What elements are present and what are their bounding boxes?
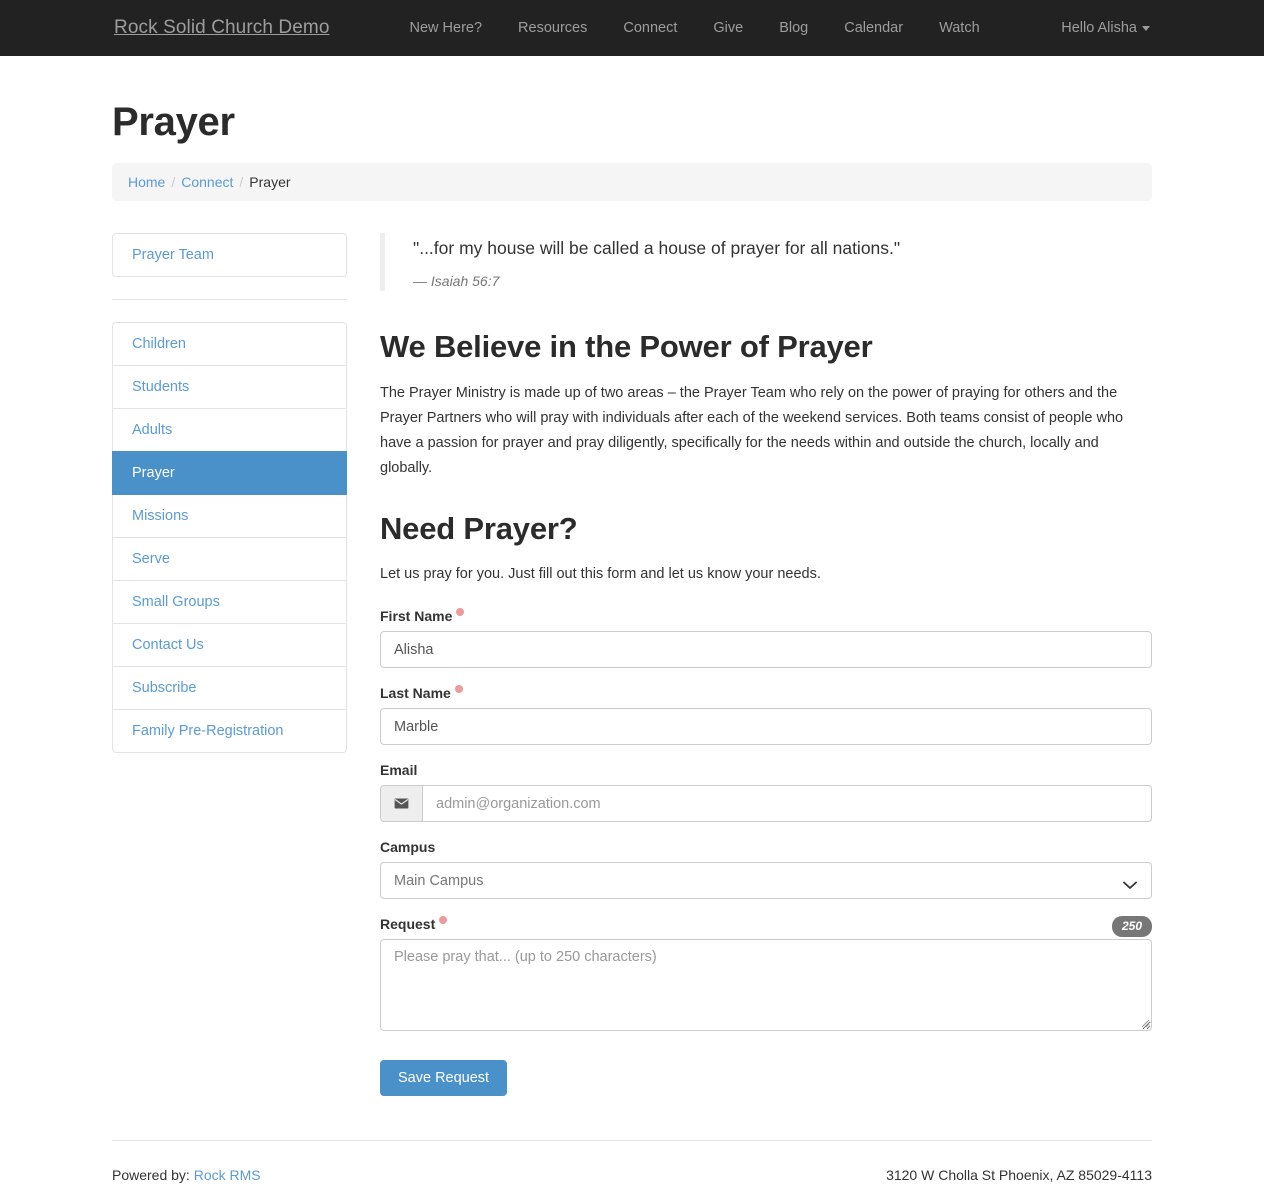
site-brand[interactable]: Rock Solid Church Demo (114, 17, 330, 39)
envelope-icon (380, 785, 422, 823)
sidebar-item-prayer[interactable]: Prayer (112, 451, 347, 495)
sidebar-item-small-groups[interactable]: Small Groups (112, 580, 347, 624)
request-textarea[interactable] (380, 939, 1152, 1032)
caret-down-icon (1142, 25, 1150, 31)
breadcrumb-separator: / (239, 174, 244, 190)
sidebar-item-family-pre-registration[interactable]: Family Pre-Registration (112, 709, 347, 753)
first-name-label-text: First Name (380, 608, 453, 625)
last-name-input[interactable] (380, 708, 1152, 746)
sidebar-divider (112, 299, 347, 300)
breadcrumb-item-prayer: Prayer (249, 174, 291, 190)
character-count-badge: 250 (1111, 916, 1152, 937)
last-name-label: Last Name (380, 685, 1152, 701)
sidebar-item-students[interactable]: Students (112, 365, 347, 409)
breadcrumb-item-connect[interactable]: Connect (181, 174, 233, 190)
campus-label-text: Campus (380, 839, 436, 856)
page-footer: Powered by: Rock RMS 3120 W Cholla St Ph… (112, 1140, 1152, 1183)
required-indicator-icon (454, 685, 463, 694)
request-label-text: Request (380, 916, 436, 933)
email-label-text: Email (380, 762, 418, 779)
sidebar-item-missions[interactable]: Missions (112, 494, 347, 538)
sidebar-item-subscribe[interactable]: Subscribe (112, 666, 347, 710)
first-name-group: First Name (380, 608, 1152, 669)
email-group: Email (380, 762, 1152, 823)
request-group: 250 Request (380, 916, 1152, 1032)
last-name-group: Last Name (380, 685, 1152, 746)
quote-text: "...for my house will be called a house … (413, 238, 901, 258)
nav-item-blog[interactable]: Blog (761, 20, 826, 36)
sidebar-item-serve[interactable]: Serve (112, 537, 347, 581)
save-request-button[interactable]: Save Request (380, 1060, 508, 1097)
rock-rms-link[interactable]: Rock RMS (194, 1167, 261, 1183)
last-name-label-text: Last Name (380, 685, 451, 702)
prayer-request-form: First Name Last Name Email (380, 608, 1152, 1097)
main-content: "...for my house will be called a house … (347, 233, 1152, 1097)
nav-item-watch[interactable]: Watch (921, 20, 998, 36)
sidebar-item-contact-us[interactable]: Contact Us (112, 623, 347, 667)
campus-select[interactable]: Main Campus (380, 862, 1152, 900)
request-label: Request (380, 916, 1152, 932)
first-name-input[interactable] (380, 631, 1152, 669)
sidebar-item-adults[interactable]: Adults (112, 408, 347, 452)
nav-item-new-here[interactable]: New Here? (392, 20, 501, 36)
footer-address: 3120 W Cholla St Phoenix, AZ 85029-4113 (886, 1167, 1152, 1184)
campus-select-wrap: Main Campus (380, 862, 1152, 900)
nav-item-give[interactable]: Give (695, 20, 761, 36)
content-row: Prayer Team Children Students Adults Pra… (112, 233, 1152, 1097)
sidebar: Prayer Team Children Students Adults Pra… (112, 233, 347, 753)
required-indicator-icon (456, 608, 465, 617)
user-menu[interactable]: Hello Alisha (1061, 20, 1150, 36)
nav-item-resources[interactable]: Resources (500, 20, 605, 36)
campus-label: Campus (380, 839, 1152, 855)
nav-item-connect[interactable]: Connect (605, 20, 695, 36)
email-input[interactable] (422, 785, 1152, 823)
breadcrumb-item-home[interactable]: Home (128, 174, 165, 190)
powered-by-label: Powered by: (112, 1167, 190, 1184)
email-label: Email (380, 762, 1152, 778)
first-name-label: First Name (380, 608, 1152, 624)
need-prayer-intro: Let us pray for you. Just fill out this … (380, 566, 821, 582)
required-indicator-icon (439, 916, 448, 925)
belief-heading: We Believe in the Power of Prayer (380, 329, 873, 365)
top-navbar: Rock Solid Church Demo New Here? Resourc… (0, 0, 1264, 56)
email-input-group (380, 785, 1152, 823)
belief-body: The Prayer Ministry is made up of two ar… (380, 385, 1124, 477)
user-greeting[interactable]: Hello Alisha (1061, 20, 1137, 36)
sidebar-item-children[interactable]: Children (112, 322, 347, 366)
main-nav: New Here? Resources Connect Give Blog Ca… (392, 20, 998, 36)
sidebar-item-prayer-team[interactable]: Prayer Team (112, 233, 347, 277)
sidebar-primary-group: Prayer Team (112, 233, 347, 277)
quote-attribution: — Isaiah 56:7 (413, 273, 500, 290)
need-prayer-heading: Need Prayer? (380, 511, 578, 546)
page-title: Prayer (112, 100, 235, 144)
breadcrumb: Home / Connect / Prayer (112, 163, 1152, 201)
page-container: Prayer Home / Connect / Prayer Prayer Team C… (112, 100, 1152, 1183)
nav-item-calendar[interactable]: Calendar (826, 20, 921, 36)
breadcrumb-separator: / (171, 174, 176, 190)
powered-by: Powered by: Rock RMS (112, 1167, 261, 1183)
scripture-quote: "...for my house will be called a house … (380, 233, 1152, 292)
sidebar-secondary-group: Children Students Adults Prayer Missions… (112, 322, 347, 753)
campus-group: Campus Main Campus (380, 839, 1152, 900)
